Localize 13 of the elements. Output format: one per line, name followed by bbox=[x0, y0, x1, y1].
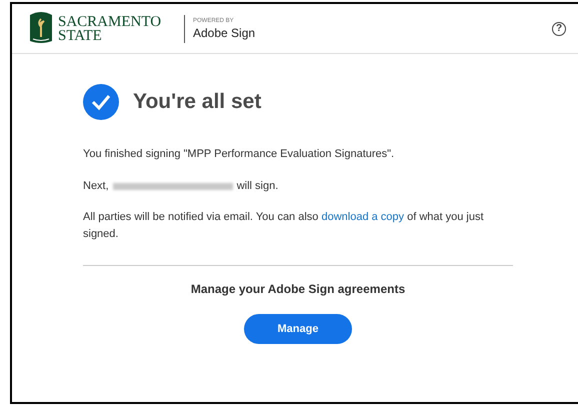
help-button[interactable]: ? bbox=[552, 22, 566, 36]
manage-heading: Manage your Adobe Sign agreements bbox=[190, 282, 406, 296]
product-name: Adobe Sign bbox=[193, 26, 256, 40]
finished-message: You finished signing "MPP Performance Evaluation Signatures". bbox=[83, 147, 396, 162]
notification-message: All parties will be notified via email. You can also download a copy of what you just signed. bbox=[83, 210, 485, 242]
next-label: Next, bbox=[83, 180, 109, 192]
download-link[interactable]: download a copy bbox=[321, 211, 404, 223]
check-circle-icon bbox=[83, 84, 119, 120]
next-label: will sign. bbox=[236, 180, 278, 192]
org-name: SACRAMENTO bbox=[58, 14, 162, 28]
org-name: STATE bbox=[58, 28, 103, 42]
manage-button[interactable]: Manage bbox=[244, 314, 352, 344]
success-title: You're all set bbox=[133, 90, 262, 114]
